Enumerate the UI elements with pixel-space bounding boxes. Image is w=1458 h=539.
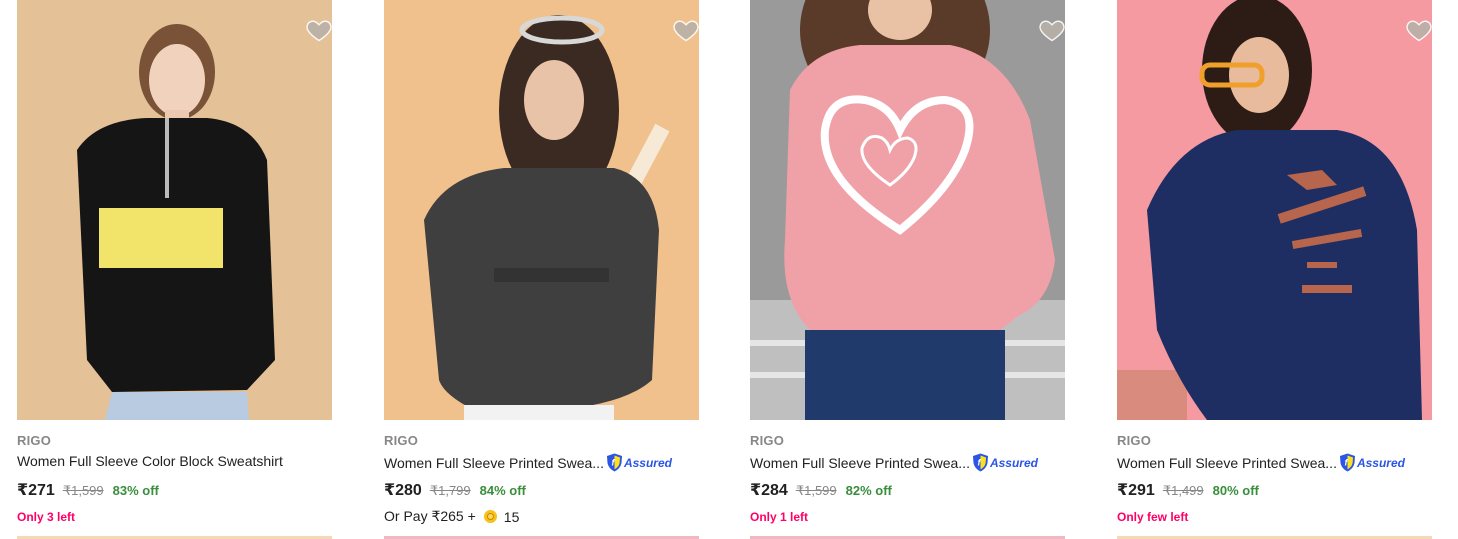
original-price: ₹1,499 <box>1162 483 1204 498</box>
product-brand: RIGO <box>750 433 785 448</box>
price-row: ₹280 ₹1,799 84% off <box>384 480 526 500</box>
assured-label: Assured <box>623 455 672 470</box>
product-card[interactable]: RIGO Women Full Sleeve Printed Swea... f… <box>384 0 700 539</box>
shield-icon: f <box>606 453 622 472</box>
price-row: ₹271 ₹1,599 83% off <box>17 480 159 500</box>
product-title-row[interactable]: Women Full Sleeve Printed Swea... f Assu… <box>1117 453 1405 472</box>
assured-label: Assured <box>1356 455 1405 470</box>
price-row: ₹291 ₹1,499 80% off <box>1117 480 1259 500</box>
selling-price: ₹284 <box>750 482 788 499</box>
product-card[interactable]: RIGO Women Full Sleeve Color Block Sweat… <box>17 0 333 539</box>
supercoin-offer: Or Pay ₹265 + 15 <box>384 508 519 525</box>
wishlist-heart-icon[interactable] <box>1038 16 1066 44</box>
shield-icon: f <box>1339 453 1355 472</box>
discount-badge: 82% off <box>845 483 892 498</box>
stock-note: Only few left <box>1117 510 1189 524</box>
assured-badge: f Assured <box>1339 453 1405 472</box>
heart-icon <box>306 20 332 42</box>
discount-badge: 80% off <box>1212 483 1259 498</box>
heart-icon <box>673 20 699 42</box>
assured-badge: f Assured <box>972 453 1038 472</box>
product-image[interactable] <box>17 0 332 420</box>
discount-badge: 84% off <box>479 483 526 498</box>
product-image[interactable] <box>750 0 1065 420</box>
pay-offer-text: Or Pay ₹265 + <box>384 508 476 524</box>
coin-count: 15 <box>503 508 520 525</box>
product-brand: RIGO <box>384 433 419 448</box>
product-brand: RIGO <box>1117 433 1152 448</box>
product-title-row[interactable]: Women Full Sleeve Printed Swea... f Assu… <box>384 453 672 472</box>
stock-note: Only 1 left <box>750 510 809 524</box>
price-row: ₹284 ₹1,599 82% off <box>750 480 892 500</box>
original-price: ₹1,599 <box>62 483 104 498</box>
product-card[interactable]: RIGO Women Full Sleeve Printed Swea... f… <box>750 0 1066 539</box>
original-price: ₹1,599 <box>795 483 837 498</box>
product-title[interactable]: Women Full Sleeve Printed Swea... <box>384 455 604 471</box>
shield-icon: f <box>972 453 988 472</box>
stock-note: Only 3 left <box>17 510 76 524</box>
selling-price: ₹280 <box>384 482 422 499</box>
heart-icon <box>1039 20 1065 42</box>
selling-price: ₹291 <box>1117 482 1155 499</box>
product-photo-california-sweatshirt <box>384 0 699 420</box>
assured-badge: f Assured <box>606 453 672 472</box>
product-photo-heart-sweatshirt <box>750 0 1065 420</box>
assured-label: Assured <box>989 455 1038 470</box>
product-image[interactable] <box>384 0 699 420</box>
wishlist-heart-icon[interactable] <box>672 16 700 44</box>
product-image[interactable] <box>1117 0 1432 420</box>
product-title[interactable]: Women Full Sleeve Printed Swea... <box>750 455 970 471</box>
supercoin-icon <box>483 510 497 523</box>
product-photo-vintage-sweatshirt <box>1117 0 1432 420</box>
discount-badge: 83% off <box>112 483 159 498</box>
product-title-row[interactable]: Women Full Sleeve Printed Swea... f Assu… <box>750 453 1038 472</box>
wishlist-heart-icon[interactable] <box>1405 16 1433 44</box>
product-title[interactable]: Women Full Sleeve Printed Swea... <box>1117 455 1337 471</box>
product-brand: RIGO <box>17 433 52 448</box>
product-photo-color-block-sweatshirt <box>17 0 332 420</box>
original-price: ₹1,799 <box>429 483 471 498</box>
product-title-row[interactable]: Women Full Sleeve Color Block Sweatshirt <box>17 453 283 469</box>
wishlist-heart-icon[interactable] <box>305 16 333 44</box>
selling-price: ₹271 <box>17 482 55 499</box>
product-title[interactable]: Women Full Sleeve Color Block Sweatshirt <box>17 453 283 469</box>
heart-icon <box>1406 20 1432 42</box>
product-card[interactable]: RIGO Women Full Sleeve Printed Swea... f… <box>1117 0 1433 539</box>
product-grid: RIGO Women Full Sleeve Color Block Sweat… <box>0 0 1458 539</box>
